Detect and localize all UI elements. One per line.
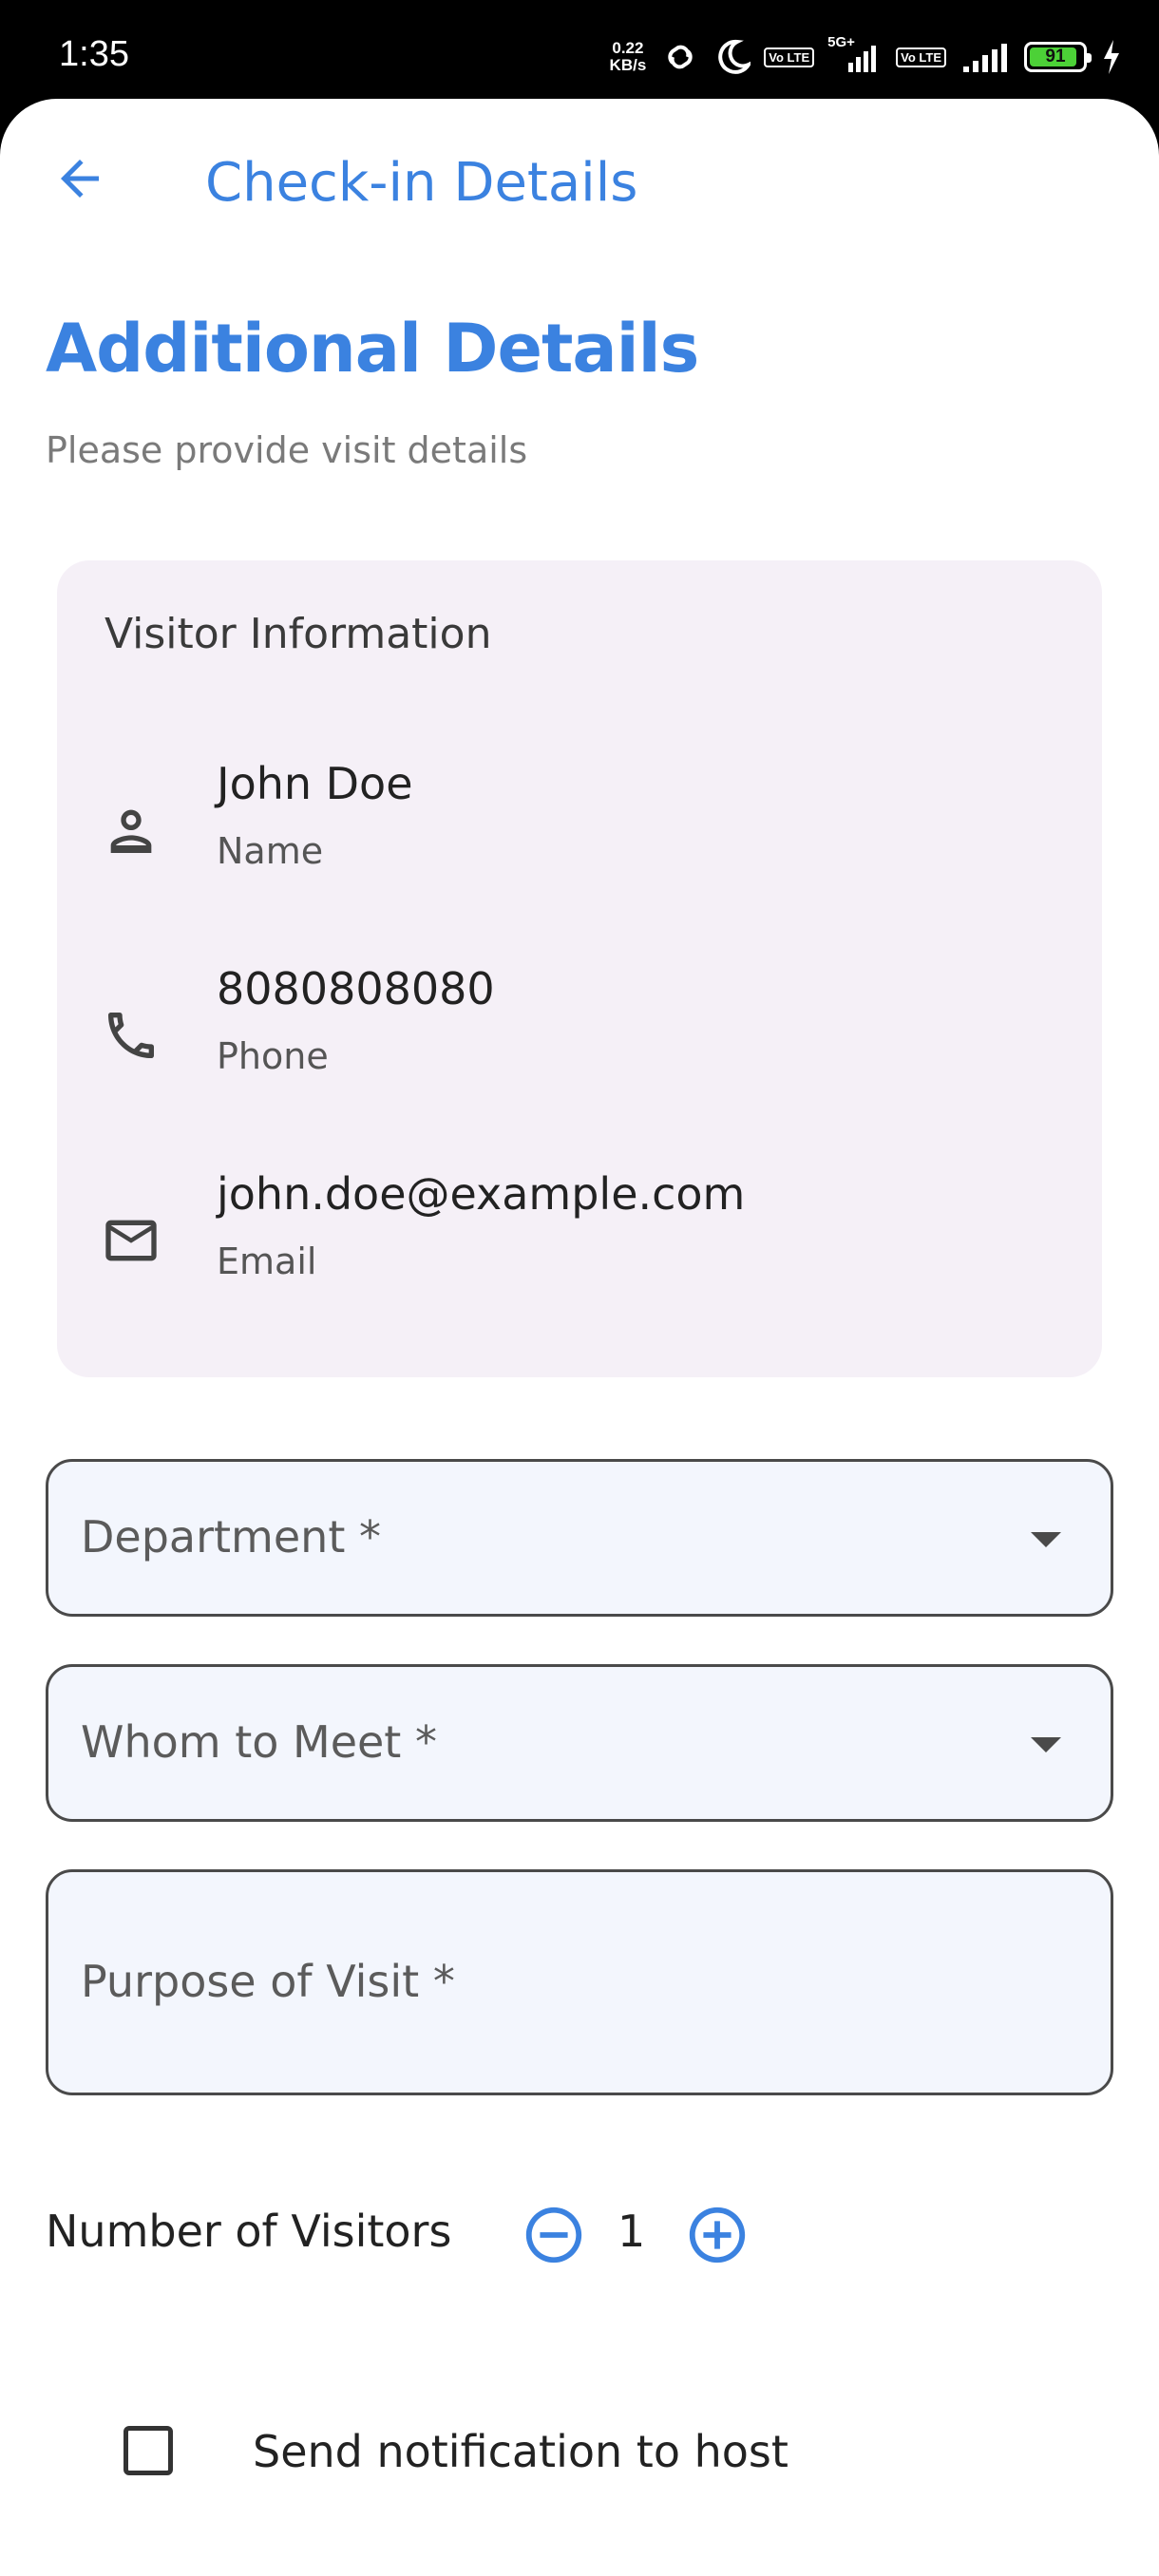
link-icon [668,45,693,69]
network-speed-unit: KB/s [609,56,647,74]
charging-icon [1104,40,1119,74]
purpose-of-visit-field[interactable]: Purpose of Visit * [46,1869,1113,2095]
visitor-phone-value: 8080808080 [217,963,495,1014]
page-title: Additional Details [46,310,699,388]
arrow-left-icon [61,160,99,198]
visitor-phone-label: Phone [217,1035,329,1077]
info-row-email: john.doe@example.com Email [57,1168,1102,1311]
status-icons: 0.22 KB/s Vo LTE 5G+ Vo LTE 91 [610,34,1123,80]
network-speed-value: 0.22 [612,39,644,57]
volte-badge-2: Vo LTE [896,47,946,67]
minus-circle-icon [525,2207,582,2263]
person-icon [110,809,152,853]
visitor-info-card: Visitor Information John Doe Name 808080… [57,560,1102,1377]
battery-tip [1087,53,1092,63]
app-bar: Check-in Details [0,99,1159,260]
card-title: Visitor Information [104,610,492,658]
notify-host-label[interactable]: Send notification to host [253,2426,788,2477]
signal-icon-2 [963,44,1007,72]
chevron-down-icon [1031,1532,1061,1547]
visitor-name-value: John Doe [217,758,413,809]
app-screen: Check-in Details Additional Details Plea… [0,99,1159,2576]
status-bar: 1:35 0.22 KB/s Vo LTE 5G+ Vo LTE 91 [0,0,1159,104]
visitor-name-label: Name [217,830,324,872]
network-speed: 0.22 KB/s [610,40,647,74]
visitors-count: 1 [618,2206,646,2257]
volte-badge: Vo LTE [764,47,815,67]
visitors-label: Number of Visitors [46,2206,452,2257]
phone-icon [108,1013,154,1058]
plus-circle-icon [689,2207,746,2263]
battery-level: 91 [1045,47,1066,66]
chevron-down-icon [1031,1737,1061,1752]
visitor-email-label: Email [217,1241,317,1282]
signal-5g: 5G+ [827,34,883,76]
status-time: 1:35 [59,34,129,74]
visitor-email-value: john.doe@example.com [217,1168,746,1220]
page-subtitle: Please provide visit details [46,429,528,471]
app-bar-title: Check-in Details [205,152,638,214]
purpose-of-visit-label: Purpose of Visit * [81,1956,455,2007]
notify-host-checkbox[interactable] [124,2426,173,2475]
info-row-name: John Doe Name [57,758,1102,900]
signal-icon [848,46,877,72]
mail-icon [105,1220,157,1261]
battery-icon: 91 [1024,42,1092,72]
info-row-phone: 8080808080 Phone [57,963,1102,1106]
increment-button[interactable] [684,2202,750,2268]
decrement-button[interactable] [521,2202,587,2268]
moon-icon [718,39,751,74]
department-dropdown[interactable]: Department * [46,1459,1113,1617]
whom-to-meet-label: Whom to Meet * [81,1716,437,1768]
notify-host-row[interactable]: Send notification to host [104,2407,960,2492]
department-label: Department * [81,1511,381,1563]
whom-to-meet-dropdown[interactable]: Whom to Meet * [46,1664,1113,1822]
back-button[interactable] [42,141,118,217]
